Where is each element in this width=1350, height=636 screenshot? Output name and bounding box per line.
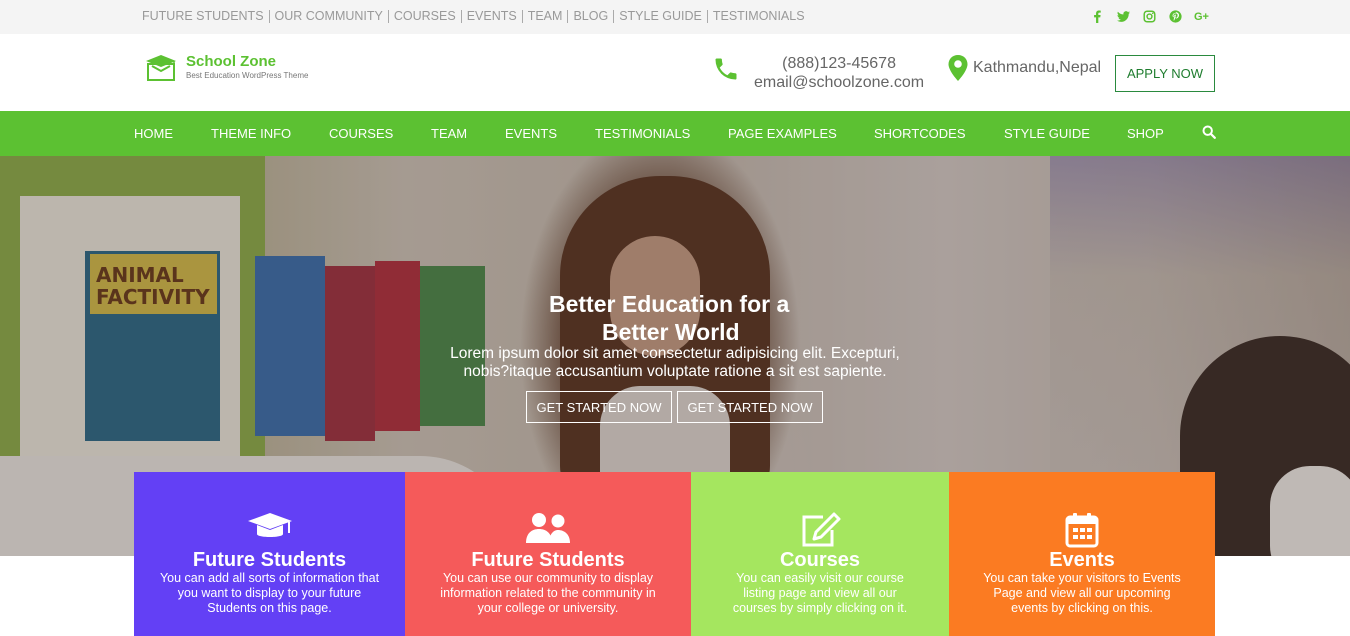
users-icon — [526, 513, 570, 543]
contact-info: (888)123-45678 email@schoolzone.com — [712, 54, 924, 92]
nav-style-guide[interactable]: STYLE GUIDE — [1004, 126, 1090, 141]
google-plus-icon[interactable]: G+ — [1194, 9, 1209, 24]
site-logo[interactable]: School Zone Best Education WordPress The… — [144, 52, 308, 82]
graduation-cap-icon — [247, 513, 292, 537]
feature-title: Future Students — [192, 549, 347, 571]
top-link-style-guide[interactable]: STYLE GUIDE — [613, 10, 707, 23]
nav-theme-info[interactable]: THEME INFO — [211, 126, 291, 141]
feature-box-courses[interactable]: Courses You can easily visit our course … — [691, 472, 949, 636]
nav-home[interactable]: HOME — [134, 126, 173, 141]
logo-subtitle: Best Education WordPress Theme — [186, 71, 309, 80]
phone-icon — [715, 58, 737, 80]
email-address[interactable]: email@schoolzone.com — [754, 73, 924, 92]
instagram-icon[interactable] — [1142, 9, 1157, 24]
social-links: G+ — [1090, 9, 1209, 24]
calendar-icon — [1065, 513, 1099, 548]
top-link-blog[interactable]: BLOG — [567, 10, 613, 23]
feature-description: You can easily visit our course listing … — [732, 571, 908, 615]
logo-title: School Zone — [186, 53, 276, 70]
feature-box-future-students[interactable]: Future Students You can add all sorts of… — [134, 472, 405, 636]
hero-title-line2: Better World — [602, 319, 740, 345]
feature-title: Future Students — [471, 549, 625, 571]
feature-description: You can use our community to display inf… — [440, 571, 656, 615]
hero-title-line1: Better Education for a — [549, 291, 790, 317]
top-link-future-students[interactable]: FUTURE STUDENTS — [142, 10, 269, 23]
nav-events[interactable]: EVENTS — [505, 126, 557, 141]
pinterest-icon[interactable] — [1168, 9, 1183, 24]
get-started-button-1[interactable]: GET STARTED NOW — [526, 391, 672, 423]
feature-title: Courses — [779, 549, 861, 571]
hero-subtitle: Lorem ipsum dolor sit amet consectetur a… — [450, 345, 900, 380]
nav-team[interactable]: TEAM — [431, 126, 467, 141]
top-link-courses[interactable]: COURSES — [387, 10, 461, 23]
search-icon[interactable] — [1202, 125, 1216, 139]
feature-title: Events — [1049, 549, 1115, 571]
nav-shop[interactable]: SHOP — [1127, 126, 1164, 141]
logo-mark — [146, 55, 176, 81]
get-started-button-2[interactable]: GET STARTED NOW — [677, 391, 823, 423]
feature-description: You can take your visitors to Events Pag… — [983, 571, 1181, 615]
edit-icon — [802, 512, 841, 547]
top-link-events[interactable]: EVENTS — [460, 10, 522, 23]
feature-box-community[interactable]: Future Students You can use our communit… — [405, 472, 691, 636]
nav-testimonials[interactable]: TESTIMONIALS — [595, 126, 690, 141]
top-link-testimonials[interactable]: TESTIMONIALS — [706, 10, 810, 23]
feature-box-events[interactable]: Events You can take your visitors to Eve… — [949, 472, 1215, 636]
apply-now-button[interactable]: APPLY NOW — [1115, 55, 1215, 92]
location-info: Kathmandu,Nepal — [947, 54, 1101, 82]
twitter-icon[interactable] — [1116, 9, 1131, 24]
top-link-team[interactable]: TEAM — [521, 10, 568, 23]
feature-description: You can add all sorts of information tha… — [159, 571, 380, 615]
facebook-icon[interactable] — [1090, 9, 1105, 24]
main-nav: HOME THEME INFO COURSES TEAM EVENTS TEST… — [0, 111, 1350, 156]
nav-page-examples[interactable]: PAGE EXAMPLES — [728, 126, 837, 141]
nav-shortcodes[interactable]: SHORTCODES — [874, 126, 966, 141]
phone-number[interactable]: (888)123-45678 — [754, 54, 924, 73]
map-marker-icon — [948, 55, 968, 81]
top-bar: FUTURE STUDENTS OUR COMMUNITY COURSES EV… — [0, 0, 1350, 34]
top-links: FUTURE STUDENTS OUR COMMUNITY COURSES EV… — [142, 10, 810, 23]
site-header: School Zone Best Education WordPress The… — [0, 34, 1350, 111]
location-text: Kathmandu,Nepal — [973, 59, 1102, 76]
nav-courses[interactable]: COURSES — [329, 126, 393, 141]
top-link-our-community[interactable]: OUR COMMUNITY — [268, 10, 388, 23]
